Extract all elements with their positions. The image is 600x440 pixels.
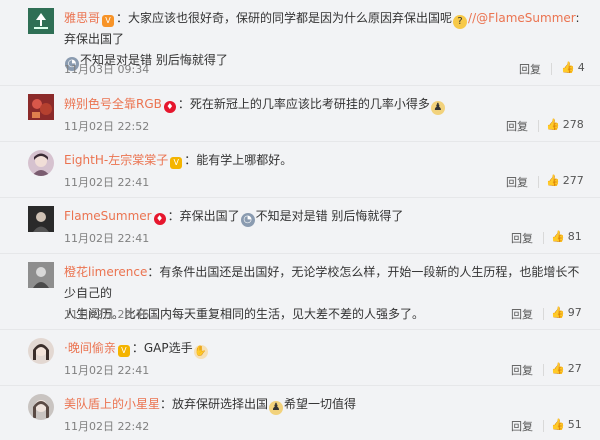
username[interactable]: FlameSummer <box>64 209 152 223</box>
divider <box>543 420 544 432</box>
like-button[interactable]: 👍 97 <box>551 306 582 319</box>
thumb-up-icon: 👍 <box>546 174 560 187</box>
member-badge-icon: ♦ <box>153 213 166 225</box>
reply-button[interactable]: 回复 <box>506 118 528 134</box>
reply-button[interactable]: 回复 <box>511 362 533 378</box>
doge-emoji-icon: ◔ <box>240 213 255 227</box>
comment-item: 雅思哥 V ：大家应该也很好奇，保研的同学都是因为什么原因弃保出国呢?//@Flam… <box>0 0 600 86</box>
comment-item: 辨别色号全靠RGB ♦ ：死在新冠上的几率应该比考研挂的几率小得多 ♟ 11月02日 … <box>0 86 600 142</box>
comment-text: ：死在新冠上的几率应该比考研挂的几率小得多 <box>177 97 430 111</box>
thumb-up-icon: 👍 <box>546 118 560 131</box>
member-badge-icon: ♦ <box>163 101 176 113</box>
like-button[interactable]: 👍 51 <box>551 418 582 431</box>
hand-emoji-icon: ✋ <box>193 345 208 359</box>
thinking-emoji-icon: ? <box>453 15 468 29</box>
comment-item: ·晚间偷亲 V ：GAP选手 ✋ 11月02日 22:41 回复 👍 27 <box>0 330 600 386</box>
timestamp: 11月02日 22:52 <box>64 120 150 133</box>
comment-text: ：弃保出国了 <box>167 209 240 223</box>
like-button[interactable]: 👍 4 <box>561 61 585 74</box>
thumb-up-icon: 👍 <box>561 61 575 74</box>
avatar-image-icon <box>28 150 54 176</box>
username[interactable]: 雅思哥 <box>64 11 100 25</box>
like-count: 277 <box>562 174 584 187</box>
timestamp: 11月02日 22:41 <box>64 364 150 377</box>
avatar[interactable] <box>28 150 54 176</box>
username[interactable]: 美队盾上的小星星 <box>64 397 160 411</box>
avatar[interactable] <box>28 94 54 120</box>
like-count: 278 <box>562 118 584 131</box>
like-button[interactable]: 👍 277 <box>546 174 584 187</box>
like-count: 4 <box>577 61 585 74</box>
divider <box>551 63 552 75</box>
verified-badge-icon: V <box>117 345 130 357</box>
divider <box>543 232 544 244</box>
avatar-image-icon <box>28 338 54 364</box>
avatar-image-icon <box>28 262 54 288</box>
thumb-up-icon: 👍 <box>551 362 565 375</box>
timestamp: 11月02日 22:41 <box>64 232 150 245</box>
comment-body: 美队盾上的小星星：放弃保研选择出国 ♟ 希望一切值得 <box>64 394 586 415</box>
comment-item: FlameSummer ♦ ：弃保出国了 ◔ 不知是对是错 别后悔就得了 11月02日 … <box>0 198 600 254</box>
comment-text: ：大家应该也很好奇，保研的同学都是因为什么原因弃保出国呢 <box>116 11 453 25</box>
comment-text: ：能有学上哪都好。 <box>184 153 293 167</box>
avatar-image-icon <box>28 94 54 120</box>
like-count: 51 <box>567 418 582 431</box>
verified-badge-icon: V <box>102 15 115 27</box>
divider <box>543 308 544 320</box>
reply-button[interactable]: 回复 <box>511 306 533 322</box>
username[interactable]: ·晚间偷亲 <box>64 341 116 355</box>
timestamp: 11月03日 09:34 <box>64 63 150 76</box>
verified-badge-icon: V <box>170 157 183 169</box>
avatar[interactable] <box>28 8 54 34</box>
comment-item: 橙花limerence：有条件出国还是出国好，无论学校怎么样，开始一段新的人生历… <box>0 254 600 330</box>
like-count: 27 <box>567 362 582 375</box>
timestamp: 11月02日 22:42 <box>64 420 150 433</box>
divider <box>538 176 539 188</box>
avatar[interactable] <box>28 262 54 288</box>
comment-item: EightH-左宗棠棠子 V ：能有学上哪都好。 11月02日 22:41 回复 👍… <box>0 142 600 198</box>
comment-text: ：放弃保研选择出国 <box>160 397 269 411</box>
comment-text: ：GAP选手 <box>131 341 193 355</box>
username[interactable]: 橙花limerence <box>64 265 147 279</box>
divider <box>543 364 544 376</box>
avatar-image-icon <box>28 394 54 420</box>
mention-link[interactable]: //@FlameSummer <box>468 11 575 25</box>
avatar[interactable] <box>28 206 54 232</box>
avatar[interactable] <box>28 338 54 364</box>
comment-list: 雅思哥 V ：大家应该也很好奇，保研的同学都是因为什么原因弃保出国呢?//@Flam… <box>0 0 600 440</box>
like-count: 81 <box>567 230 582 243</box>
comment-item: 美队盾上的小星星：放弃保研选择出国 ♟ 希望一切值得 11月02日 22:42 回复… <box>0 386 600 440</box>
comment-body: 辨别色号全靠RGB ♦ ：死在新冠上的几率应该比考研挂的几率小得多 ♟ <box>64 94 586 115</box>
timestamp: 11月02日 22:41 <box>64 176 150 189</box>
reply-button[interactable]: 回复 <box>511 230 533 246</box>
comment-body: EightH-左宗棠棠子 V ：能有学上哪都好。 <box>64 150 586 171</box>
like-button[interactable]: 👍 27 <box>551 362 582 375</box>
like-button[interactable]: 👍 278 <box>546 118 584 131</box>
comment-text-cont: 不知是对是错 别后悔就得了 <box>255 209 404 223</box>
reply-button[interactable]: 回复 <box>506 174 528 190</box>
figure-emoji-icon: ♟ <box>430 101 445 115</box>
thumb-up-icon: 👍 <box>551 230 565 243</box>
avatar-image-icon <box>28 206 54 232</box>
figure-emoji-icon: ♟ <box>269 401 284 415</box>
like-count: 97 <box>567 306 582 319</box>
username[interactable]: EightH-左宗棠棠子 <box>64 153 168 167</box>
timestamp: 11月02日 22:46 <box>64 308 150 321</box>
comment-body: FlameSummer ♦ ：弃保出国了 ◔ 不知是对是错 别后悔就得了 <box>64 206 586 227</box>
username[interactable]: 辨别色号全靠RGB <box>64 97 162 111</box>
like-button[interactable]: 👍 81 <box>551 230 582 243</box>
comment-body: ·晚间偷亲 V ：GAP选手 ✋ <box>64 338 586 359</box>
thumb-up-icon: 👍 <box>551 306 565 319</box>
divider <box>538 120 539 132</box>
reply-button[interactable]: 回复 <box>519 61 541 77</box>
comment-text-cont: 希望一切值得 <box>284 397 357 411</box>
avatar-logo-icon <box>28 8 54 34</box>
thumb-up-icon: 👍 <box>551 418 565 431</box>
reply-button[interactable]: 回复 <box>511 418 533 434</box>
avatar[interactable] <box>28 394 54 420</box>
